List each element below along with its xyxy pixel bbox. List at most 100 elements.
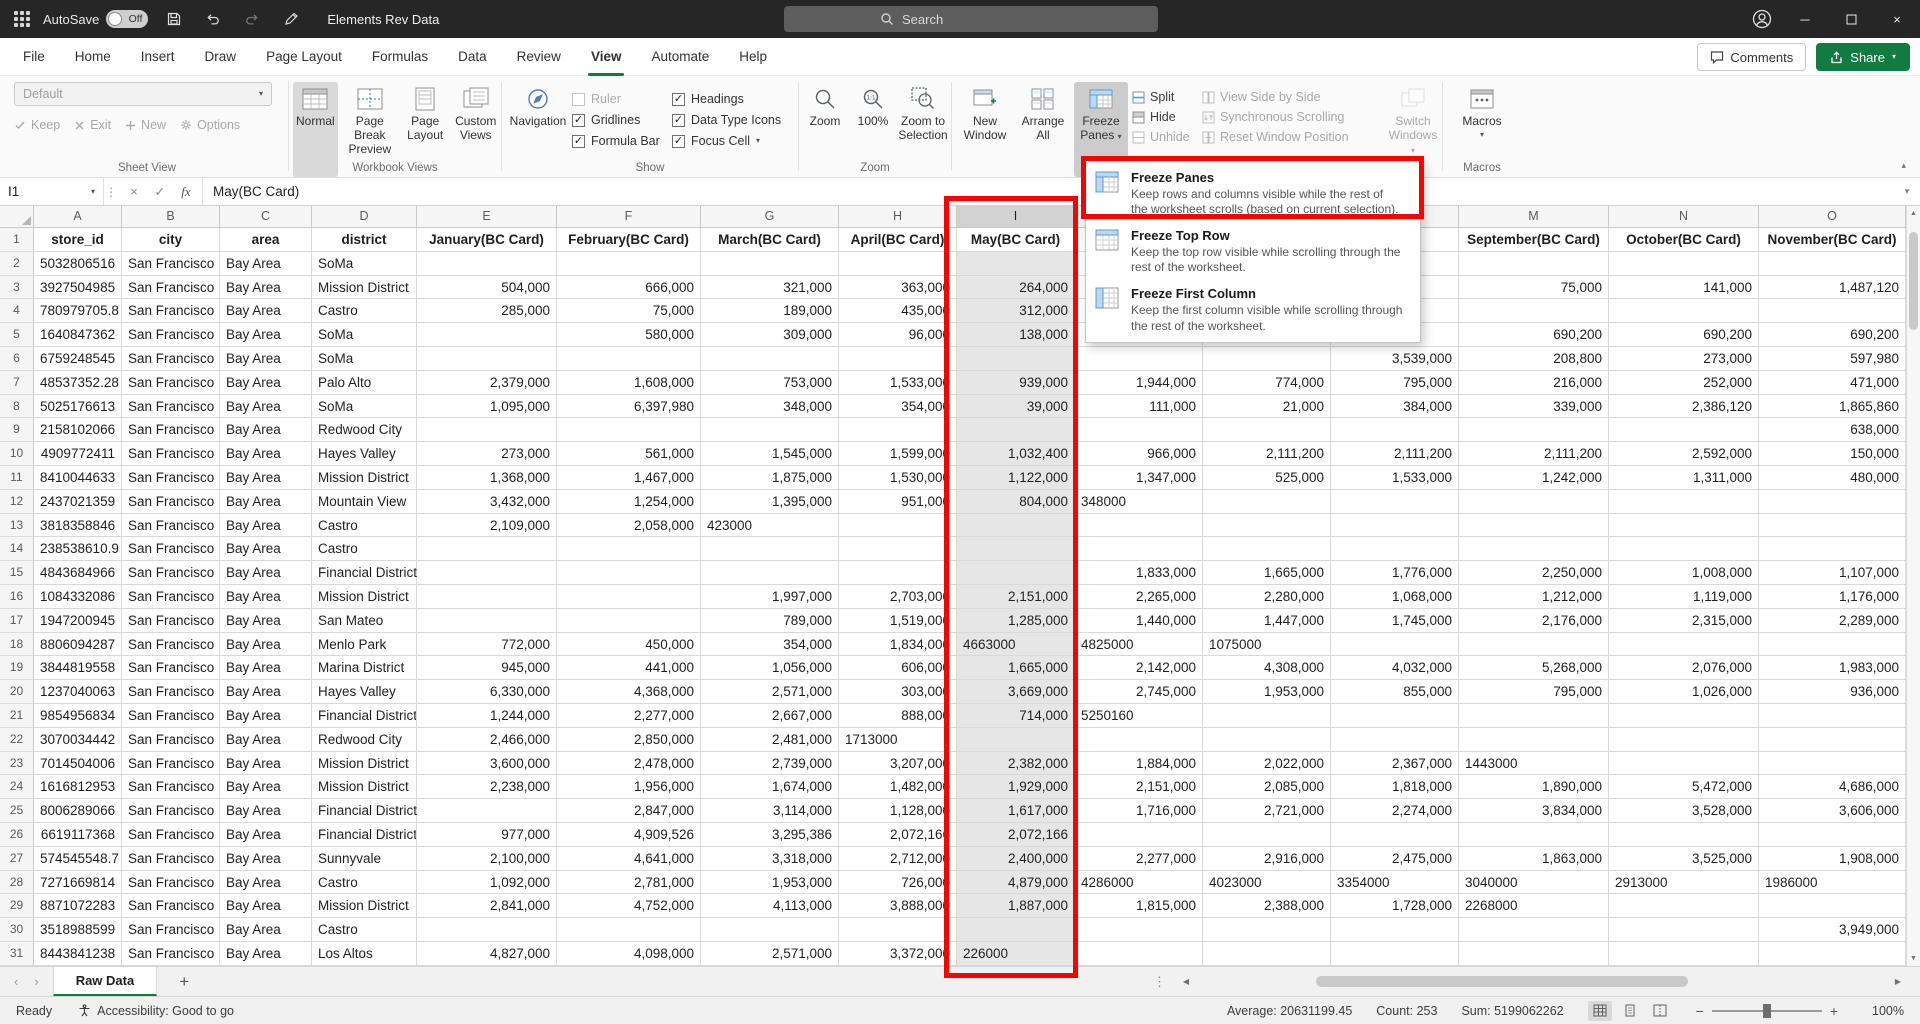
cell-A1[interactable]: store_id bbox=[34, 228, 122, 252]
cell-N28[interactable]: 2913000 bbox=[1609, 871, 1759, 895]
cell-L7[interactable]: 795,000 bbox=[1331, 371, 1459, 395]
cell-I17[interactable]: 1,285,000 bbox=[957, 609, 1075, 633]
cell-A7[interactable]: 48537352.28 bbox=[34, 371, 122, 395]
menu-item-freeze-panes[interactable]: Freeze PanesKeep rows and columns visibl… bbox=[1086, 164, 1420, 222]
cell-E27[interactable]: 2,100,000 bbox=[417, 847, 557, 871]
cell-F17[interactable] bbox=[557, 609, 701, 633]
cell-B15[interactable]: San Francisco bbox=[122, 561, 220, 585]
cell-C18[interactable]: Bay Area bbox=[220, 633, 312, 657]
cell-E14[interactable] bbox=[417, 537, 557, 561]
cell-N29[interactable] bbox=[1609, 894, 1759, 918]
cell-J24[interactable]: 2,151,000 bbox=[1075, 775, 1203, 799]
close-button[interactable]: × bbox=[1874, 0, 1920, 38]
cell-H28[interactable]: 726,000 bbox=[839, 871, 957, 895]
cell-C10[interactable]: Bay Area bbox=[220, 442, 312, 466]
cell-M2[interactable] bbox=[1459, 252, 1609, 276]
column-header-M[interactable]: M bbox=[1459, 206, 1609, 228]
row-header-31[interactable]: 31 bbox=[0, 942, 34, 966]
cell-C22[interactable]: Bay Area bbox=[220, 728, 312, 752]
cell-O27[interactable]: 1,908,000 bbox=[1759, 847, 1906, 871]
menu-item-freeze-top-row[interactable]: Freeze Top RowKeep the top row visible w… bbox=[1086, 222, 1420, 280]
cell-F23[interactable]: 2,478,000 bbox=[557, 752, 701, 776]
cell-I21[interactable]: 714,000 bbox=[957, 704, 1075, 728]
cell-O14[interactable] bbox=[1759, 537, 1906, 561]
select-all-corner[interactable] bbox=[0, 206, 34, 228]
cell-O4[interactable] bbox=[1759, 299, 1906, 323]
app-launcher-icon[interactable] bbox=[14, 11, 30, 27]
scroll-right-icon[interactable]: ▶ bbox=[1890, 977, 1906, 986]
cell-F31[interactable]: 4,098,000 bbox=[557, 942, 701, 966]
cell-H4[interactable]: 435,000 bbox=[839, 299, 957, 323]
cell-D23[interactable]: Mission District bbox=[312, 752, 417, 776]
cell-A31[interactable]: 8443841238 bbox=[34, 942, 122, 966]
row-header-21[interactable]: 21 bbox=[0, 704, 34, 728]
cell-I14[interactable] bbox=[957, 537, 1075, 561]
row-header-25[interactable]: 25 bbox=[0, 799, 34, 823]
cell-I10[interactable]: 1,032,400 bbox=[957, 442, 1075, 466]
cell-K28[interactable]: 4023000 bbox=[1203, 871, 1331, 895]
cell-E25[interactable] bbox=[417, 799, 557, 823]
cell-B13[interactable]: San Francisco bbox=[122, 514, 220, 538]
cell-K7[interactable]: 774,000 bbox=[1203, 371, 1331, 395]
cell-F8[interactable]: 6,397,980 bbox=[557, 395, 701, 419]
cell-F2[interactable] bbox=[557, 252, 701, 276]
cell-I11[interactable]: 1,122,000 bbox=[957, 466, 1075, 490]
new-sheet-view-button[interactable]: New bbox=[125, 118, 166, 132]
row-header-2[interactable]: 2 bbox=[0, 252, 34, 276]
cell-F27[interactable]: 4,641,000 bbox=[557, 847, 701, 871]
cell-M9[interactable] bbox=[1459, 418, 1609, 442]
cell-M25[interactable]: 3,834,000 bbox=[1459, 799, 1609, 823]
cell-E26[interactable]: 977,000 bbox=[417, 823, 557, 847]
cell-B18[interactable]: San Francisco bbox=[122, 633, 220, 657]
cell-A22[interactable]: 3070034442 bbox=[34, 728, 122, 752]
cell-B30[interactable]: San Francisco bbox=[122, 918, 220, 942]
cell-J23[interactable]: 1,884,000 bbox=[1075, 752, 1203, 776]
cell-N13[interactable] bbox=[1609, 514, 1759, 538]
tab-draw[interactable]: Draw bbox=[190, 38, 252, 76]
cell-L20[interactable]: 855,000 bbox=[1331, 680, 1459, 704]
cell-C17[interactable]: Bay Area bbox=[220, 609, 312, 633]
cell-O22[interactable] bbox=[1759, 728, 1906, 752]
cell-J16[interactable]: 2,265,000 bbox=[1075, 585, 1203, 609]
cell-B8[interactable]: San Francisco bbox=[122, 395, 220, 419]
cell-G26[interactable]: 3,295,386 bbox=[701, 823, 839, 847]
cell-B19[interactable]: San Francisco bbox=[122, 656, 220, 680]
cell-L10[interactable]: 2,111,200 bbox=[1331, 442, 1459, 466]
cell-H13[interactable] bbox=[839, 514, 957, 538]
next-sheet-icon[interactable]: › bbox=[34, 974, 38, 989]
row-header-1[interactable]: 1 bbox=[0, 228, 34, 252]
scroll-up-icon[interactable]: ▲ bbox=[1907, 206, 1920, 221]
cell-N2[interactable] bbox=[1609, 252, 1759, 276]
cell-G20[interactable]: 2,571,000 bbox=[701, 680, 839, 704]
cell-K6[interactable] bbox=[1203, 347, 1331, 371]
column-header-A[interactable]: A bbox=[34, 206, 122, 228]
row-header-9[interactable]: 9 bbox=[0, 418, 34, 442]
cell-H22[interactable]: 1713000 bbox=[839, 728, 957, 752]
row-header-11[interactable]: 11 bbox=[0, 466, 34, 490]
cell-N19[interactable]: 2,076,000 bbox=[1609, 656, 1759, 680]
cell-C31[interactable]: Bay Area bbox=[220, 942, 312, 966]
cell-E15[interactable] bbox=[417, 561, 557, 585]
checkbox-headings[interactable]: ✓Headings bbox=[672, 92, 798, 106]
cell-L11[interactable]: 1,533,000 bbox=[1331, 466, 1459, 490]
cell-G22[interactable]: 2,481,000 bbox=[701, 728, 839, 752]
cell-O8[interactable]: 1,865,860 bbox=[1759, 395, 1906, 419]
cell-G4[interactable]: 189,000 bbox=[701, 299, 839, 323]
cell-M17[interactable]: 2,176,000 bbox=[1459, 609, 1609, 633]
checkbox-formula-bar[interactable]: ✓Formula Bar bbox=[572, 134, 668, 148]
cell-H2[interactable] bbox=[839, 252, 957, 276]
cell-H21[interactable]: 888,000 bbox=[839, 704, 957, 728]
cell-E19[interactable]: 945,000 bbox=[417, 656, 557, 680]
cell-D30[interactable]: Castro bbox=[312, 918, 417, 942]
cell-O6[interactable]: 597,980 bbox=[1759, 347, 1906, 371]
cell-I15[interactable] bbox=[957, 561, 1075, 585]
cell-L17[interactable]: 1,745,000 bbox=[1331, 609, 1459, 633]
cell-L25[interactable]: 2,274,000 bbox=[1331, 799, 1459, 823]
row-header-12[interactable]: 12 bbox=[0, 490, 34, 514]
checkbox-gridlines[interactable]: ✓Gridlines bbox=[572, 113, 668, 127]
cell-D7[interactable]: Palo Alto bbox=[312, 371, 417, 395]
cell-F14[interactable] bbox=[557, 537, 701, 561]
row-header-28[interactable]: 28 bbox=[0, 871, 34, 895]
cell-N11[interactable]: 1,311,000 bbox=[1609, 466, 1759, 490]
row-header-24[interactable]: 24 bbox=[0, 775, 34, 799]
